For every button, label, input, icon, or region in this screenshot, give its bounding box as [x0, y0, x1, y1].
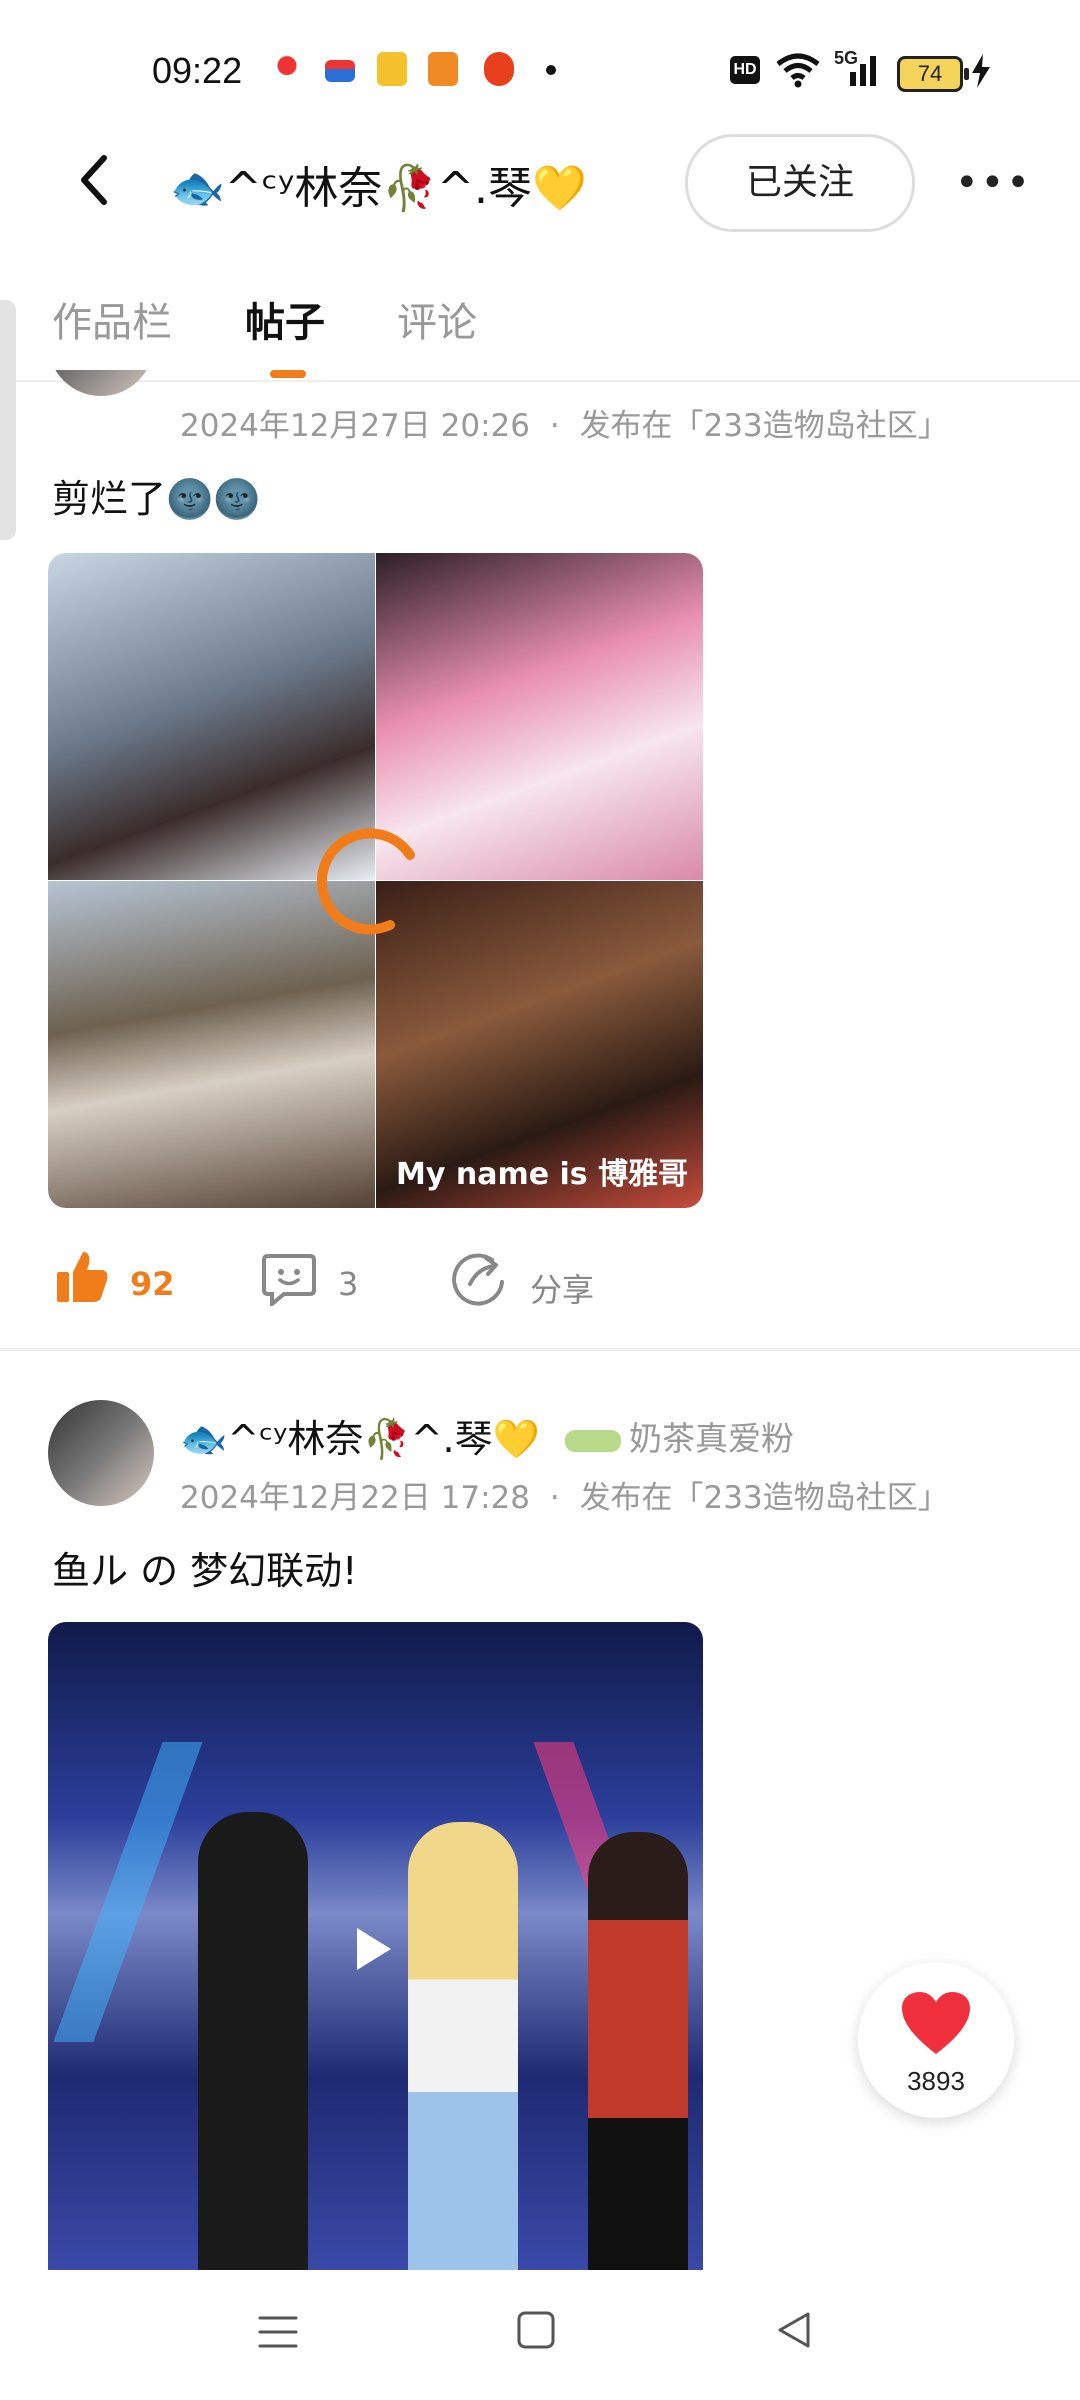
post-author[interactable]: 🐟^ᶜʸ林奈🥀^.琴💛: [180, 1408, 540, 1463]
profile-name: 🐟^ᶜʸ林奈🥀^.琴💛: [170, 163, 587, 214]
badge-chip-icon: [565, 1429, 621, 1452]
tab-indicator: [270, 370, 306, 378]
tab-works[interactable]: 作品栏: [52, 290, 172, 348]
play-icon[interactable]: [351, 1924, 395, 1974]
signal-icon: [850, 56, 876, 86]
comment-count: 3: [338, 1265, 359, 1303]
favorites-count: 3893: [907, 2066, 965, 2096]
side-drawer-handle[interactable]: [0, 300, 16, 540]
app-icon: [428, 52, 458, 86]
post-avatar[interactable]: [48, 1400, 154, 1506]
status-bar: 09:22 HD 5G 74: [0, 0, 1080, 130]
card-icon: [325, 60, 355, 82]
post-image-grid[interactable]: My name is 博雅哥: [48, 553, 703, 1208]
meta-separator: ·: [549, 1480, 560, 1516]
home-icon[interactable]: [516, 2310, 556, 2350]
system-nav-bar: [0, 2270, 1080, 2400]
fan-badge: 奶茶真爱粉: [565, 1412, 794, 1460]
dot-icon: [546, 65, 556, 75]
favorites-button[interactable]: 3893: [858, 1962, 1014, 2118]
more-options-icon[interactable]: •••: [955, 160, 1030, 206]
badge-label: 奶茶真爱粉: [629, 1419, 794, 1458]
post-divider: [0, 1348, 1080, 1351]
post-meta: 2024年12月27日 20:26 · 发布在「233造物岛社区」: [180, 400, 949, 445]
post-meta: 2024年12月22日 17:28 · 发布在「233造物岛社区」: [180, 1472, 949, 1517]
back-arrow-icon[interactable]: [70, 150, 120, 210]
profile-tabs: 作品栏 帖子 评论: [0, 270, 1080, 382]
post-text: 鱼ル の 梦幻联动!: [52, 1549, 358, 1593]
heart-icon: [902, 1992, 970, 2054]
app-red-icon: [484, 52, 514, 86]
hd-icon: HD: [730, 56, 760, 84]
post-date: 2024年12月22日 17:28: [180, 1480, 530, 1516]
image-caption: My name is 博雅哥: [396, 1157, 689, 1192]
tab-comments[interactable]: 评论: [397, 290, 477, 348]
map-pin-icon: [272, 52, 302, 86]
post-date: 2024年12月27日 20:26: [180, 408, 530, 444]
menu-icon[interactable]: [258, 2312, 298, 2352]
status-time: 09:22: [152, 50, 243, 91]
wifi-icon: [776, 53, 820, 88]
share-label[interactable]: 分享: [530, 1265, 594, 1311]
like-icon[interactable]: [55, 1250, 109, 1304]
charging-icon: [972, 54, 990, 88]
battery-icon: 74: [897, 56, 969, 92]
post-community[interactable]: 发布在「233造物岛社区」: [580, 408, 949, 444]
post-text: 剪烂了🌚🌚: [52, 477, 261, 521]
meta-separator: ·: [549, 408, 560, 444]
post-video[interactable]: [48, 1622, 703, 2272]
comment-icon[interactable]: [262, 1252, 316, 1306]
follow-button[interactable]: 已关注: [685, 134, 915, 232]
post-community[interactable]: 发布在「233造物岛社区」: [580, 1480, 949, 1516]
share-icon[interactable]: [452, 1252, 506, 1306]
book-icon: [377, 52, 407, 86]
loading-spinner-icon: [316, 828, 415, 935]
back-nav-icon[interactable]: [774, 2310, 814, 2350]
like-count: 92: [130, 1265, 175, 1303]
tab-posts[interactable]: 帖子: [245, 290, 325, 348]
